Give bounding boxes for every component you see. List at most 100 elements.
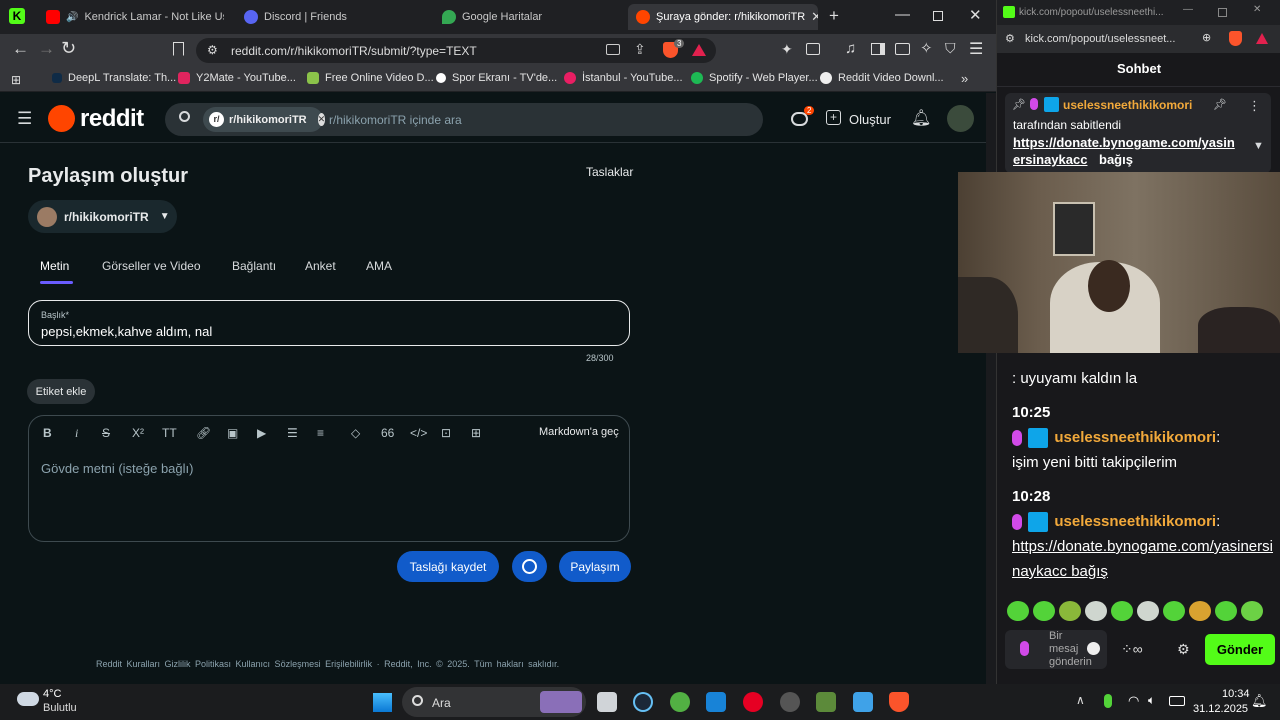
kick-url[interactable]: kick.com/popout/uselessneet... — [1025, 33, 1175, 45]
link-icon[interactable]: 🔗︎ — [196, 426, 211, 440]
title-input[interactable] — [28, 300, 630, 346]
emote-icon[interactable] — [1033, 601, 1055, 621]
message-link[interactable]: https://donate.bynogame.com/yasinersinay… — [1012, 534, 1274, 584]
leo-ai-icon[interactable]: ✧ — [920, 39, 933, 57]
site-info-icon[interactable]: ⚙ — [207, 43, 218, 57]
emote-icon[interactable] — [1163, 601, 1185, 621]
zoom-icon[interactable]: ⊕ — [1202, 31, 1211, 44]
url-input[interactable]: ⚙ reddit.com/r/hikikomoriTR/submit/?type… — [196, 38, 716, 63]
footer-links[interactable]: Reddit Kuralları Gizlilik Politikası Kul… — [96, 659, 559, 669]
emote-icon[interactable] — [1137, 601, 1159, 621]
tab-reddit-submit[interactable]: Şuraya gönder: r/hikikomoriTR ✕ — [628, 4, 818, 30]
more-bookmarks-icon[interactable]: » — [961, 71, 968, 86]
emote-icon[interactable] — [1111, 601, 1133, 621]
create-plus-icon[interactable]: + — [826, 110, 841, 125]
wallet-icon[interactable] — [895, 43, 910, 55]
notepad-icon[interactable] — [853, 692, 873, 712]
markdown-switch-button[interactable]: Markdown'a geç — [539, 426, 619, 438]
strikethrough-icon[interactable]: S — [102, 426, 110, 440]
mic-icon[interactable] — [1020, 641, 1029, 656]
tab-maps[interactable]: Google Haritalar — [434, 4, 620, 30]
brave-rewards-icon[interactable] — [692, 44, 706, 56]
tray-mic-icon[interactable] — [1104, 694, 1112, 708]
chat-message-input[interactable]: Bir mesaj gönderin — [1005, 630, 1107, 669]
hamburger-icon[interactable]: ☰ — [17, 109, 32, 129]
quote-icon[interactable]: 66 — [381, 426, 394, 440]
taskbar-search[interactable]: Ara — [402, 687, 586, 717]
brave-shield-icon[interactable] — [1229, 31, 1242, 46]
bookmark-istanbul[interactable]: İstanbul - YouTube... — [564, 72, 683, 84]
chat-users-icon[interactable]: ⁘∞ — [1121, 641, 1143, 658]
add-tag-button[interactable]: Etiket ekle — [27, 379, 95, 404]
cast-icon[interactable] — [606, 44, 620, 55]
emote-icon[interactable] — [1007, 601, 1029, 621]
emote-icon[interactable] — [1241, 601, 1263, 621]
italic-icon[interactable]: i — [75, 426, 78, 441]
weather-desc[interactable]: Bulutlu — [43, 702, 77, 714]
heading-icon[interactable]: TT — [162, 426, 177, 440]
bookmark-reddit-video[interactable]: Reddit Video Downl... — [820, 72, 944, 84]
reddit-logo-icon[interactable] — [48, 105, 75, 132]
xbox-icon[interactable] — [670, 692, 690, 712]
drafts-button[interactable]: Taslaklar — [586, 165, 633, 179]
chrome-icon[interactable] — [780, 692, 800, 712]
brave-rewards-icon[interactable] — [1256, 33, 1268, 44]
message-username[interactable]: uselessneethikikomori — [1054, 513, 1216, 530]
code-block-icon[interactable]: ⊡ — [441, 426, 451, 440]
bullet-list-icon[interactable]: ☰ — [287, 426, 298, 440]
clock-time[interactable]: 10:34 — [1222, 688, 1250, 700]
unpin-icon[interactable]: 📌︎ — [1213, 98, 1227, 111]
maximize-button[interactable] — [933, 11, 943, 21]
search-input[interactable]: r/ r/hikikomoriTR ✕ r/hikikomoriTR içind… — [165, 103, 763, 136]
music-icon[interactable]: ♫ — [845, 40, 856, 57]
kick-maximize-button[interactable] — [1218, 8, 1227, 17]
tab-discord[interactable]: Discord | Friends — [236, 4, 422, 30]
image-icon[interactable]: ▣ — [227, 426, 238, 440]
new-tab-button[interactable]: + — [829, 6, 839, 26]
apps-grid-icon[interactable]: ⊞ — [11, 73, 21, 87]
mail-icon[interactable] — [706, 692, 726, 712]
emote-icon[interactable] — [1085, 601, 1107, 621]
spoiler-icon[interactable]: ◇ — [351, 426, 360, 440]
menu-icon[interactable]: ☰ — [969, 39, 983, 59]
back-icon[interactable]: ← — [12, 39, 29, 59]
tab-text[interactable]: Metin — [40, 259, 69, 273]
subreddit-search-chip[interactable]: r/ r/hikikomoriTR ✕ — [203, 107, 326, 132]
steam-icon[interactable] — [633, 692, 653, 712]
vpn-icon[interactable]: ⛉ — [945, 40, 956, 57]
chip-clear-icon[interactable]: ✕ — [317, 113, 326, 126]
community-selector[interactable]: r/hikikomoriTR ▼ — [28, 200, 177, 233]
pinterest-icon[interactable] — [743, 692, 763, 712]
emote-icon[interactable] — [1059, 601, 1081, 621]
notification-bell-icon[interactable]: 🔔︎ — [1251, 693, 1268, 709]
windows-start-icon[interactable] — [372, 692, 392, 712]
sidebar-icon[interactable] — [871, 43, 885, 55]
forward-icon[interactable]: → — [38, 39, 55, 59]
bookmark-spotify[interactable]: Spotify - Web Player... — [691, 72, 818, 84]
chevron-down-icon[interactable]: ▼ — [1253, 140, 1264, 152]
tab-kendrick[interactable]: 🔊 Kendrick Lamar - Not Like Us - — [38, 4, 224, 30]
tab-ama[interactable]: AMA — [366, 259, 392, 273]
code-icon[interactable]: </> — [410, 426, 427, 440]
minimize-button[interactable]: — — [895, 6, 910, 23]
reddit-wordmark[interactable]: reddit — [80, 105, 144, 133]
tray-chevron-icon[interactable]: ∧ — [1076, 693, 1085, 707]
bookmark-icon[interactable] — [173, 42, 184, 56]
task-view-icon[interactable] — [597, 692, 617, 712]
table-icon[interactable]: ⊞ — [471, 426, 481, 440]
send-button[interactable]: Gönder — [1205, 634, 1275, 665]
bookmark-spor-ekrani[interactable]: Spor Ekranı - TV'de... — [436, 72, 557, 84]
bookmark-deepl[interactable]: DeepL Translate: Th... — [52, 72, 176, 84]
create-button[interactable]: Oluştur — [849, 112, 891, 127]
reload-icon[interactable]: ↻ — [61, 38, 76, 59]
battery-icon[interactable] — [1169, 696, 1185, 706]
volume-icon[interactable]: 🔈︎ — [1148, 693, 1155, 708]
kick-close-button[interactable]: ✕ — [1253, 4, 1261, 15]
bookmark-y2mate[interactable]: Y2Mate - YouTube... — [178, 72, 296, 84]
bold-icon[interactable]: B — [43, 426, 52, 440]
emote-icon[interactable] — [1189, 601, 1211, 621]
wifi-icon[interactable]: ◠ — [1128, 693, 1139, 709]
kick-minimize-button[interactable]: — — [1183, 4, 1193, 15]
more-options-icon[interactable]: ⋮ — [1248, 98, 1261, 114]
extensions-icon[interactable]: ✦ — [781, 41, 793, 58]
